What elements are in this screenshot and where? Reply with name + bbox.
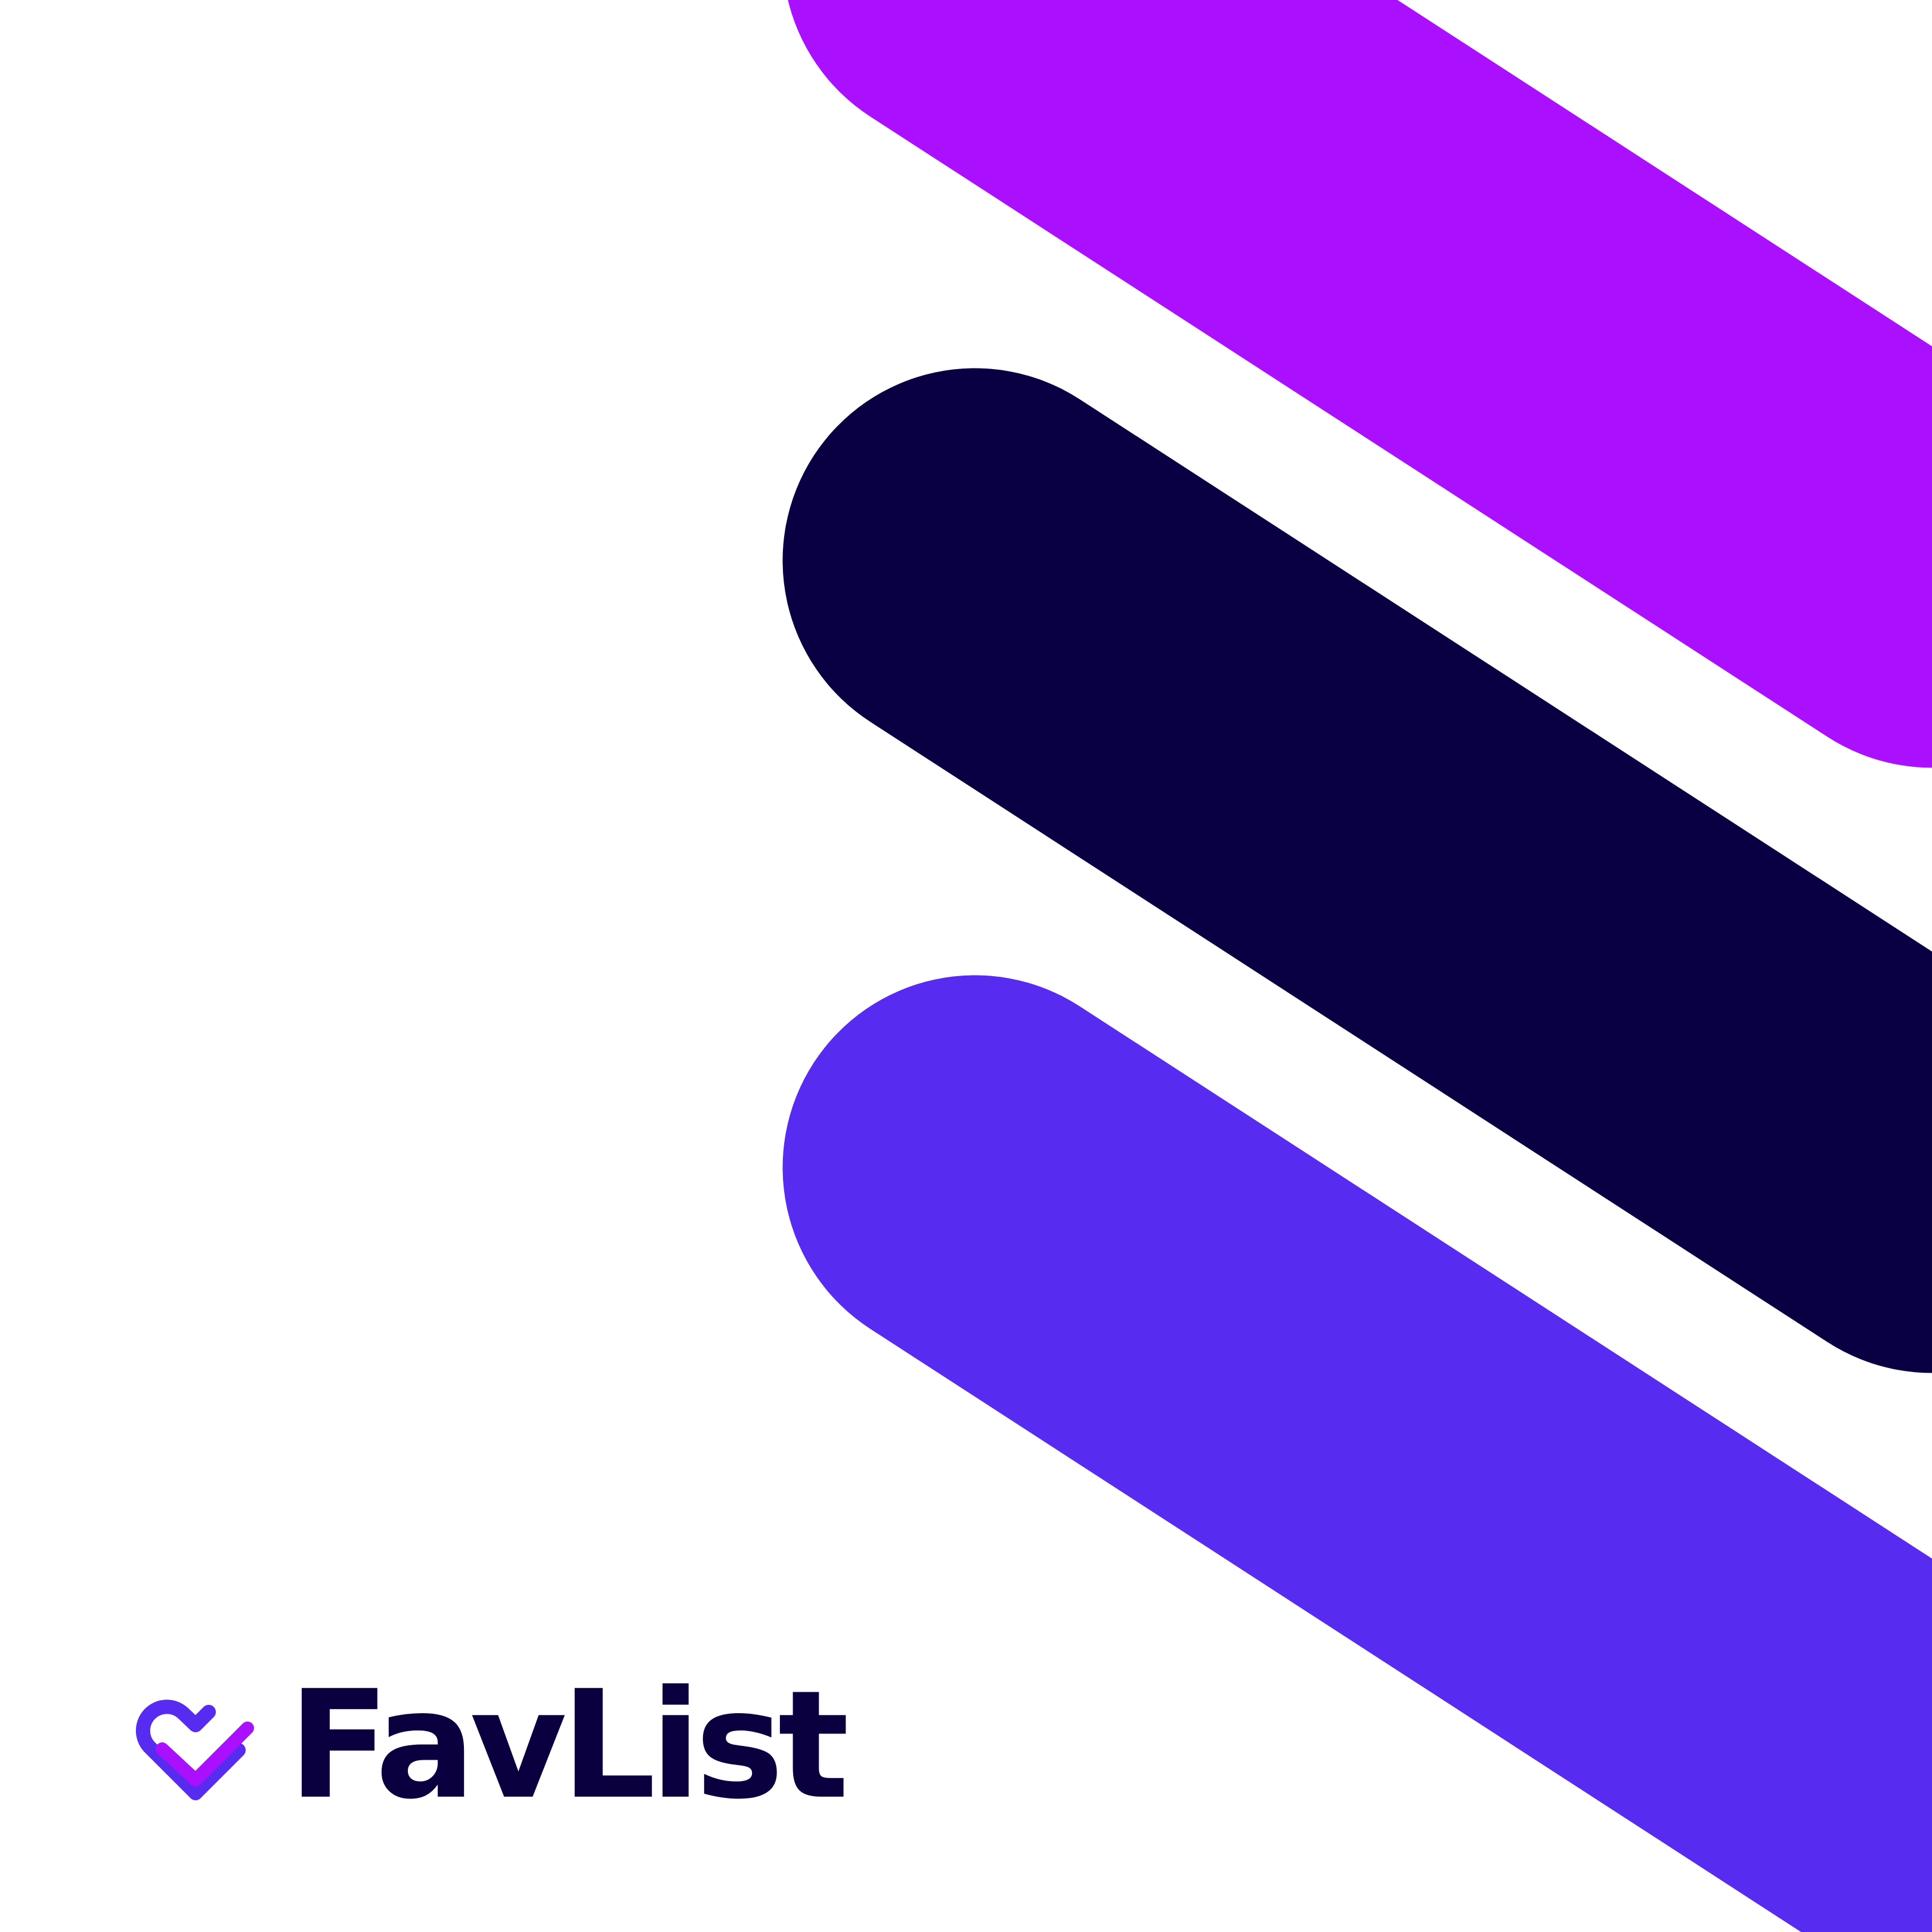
- heart-check-icon: [135, 1699, 254, 1800]
- brand-logo: FavList: [125, 1671, 849, 1820]
- decorative-stripes: [782, 0, 1932, 1932]
- brand-name: FavList: [288, 1658, 849, 1832]
